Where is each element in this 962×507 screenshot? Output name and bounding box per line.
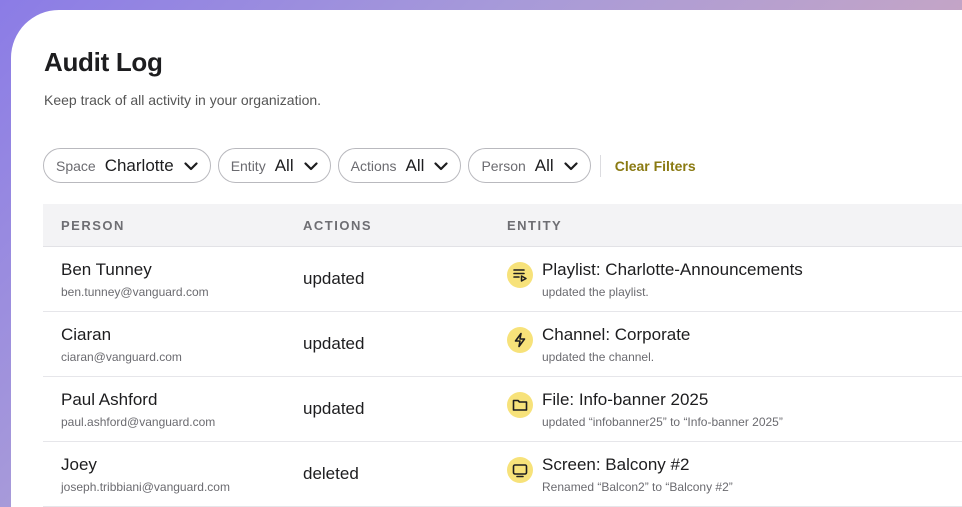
person-name: Joey [61,454,97,474]
filter-value: All [405,155,425,175]
folder-icon [507,391,533,418]
entity-description: updated the channel. [542,349,655,364]
chevron-down-icon [184,161,198,170]
chevron-down-icon [304,161,318,170]
action-text: deleted [303,464,359,483]
space-filter-dropdown[interactable]: Space Charlotte [43,148,211,183]
clear-filters-button[interactable]: Clear Filters [615,158,696,174]
filter-label: Person [481,157,526,174]
person-email: ciaran@vanguard.com [61,349,182,364]
person-email: ben.tunney@vanguard.com [61,284,209,299]
filter-label: Actions [350,157,397,174]
filter-label: Entity [230,157,266,174]
entity-title[interactable]: Playlist: Charlotte-Announcements [542,260,803,280]
lightning-icon [507,326,533,353]
table-row[interactable]: Ben Tunney ben.tunney@vanguard.com updat… [43,247,962,312]
person-filter-dropdown[interactable]: Person All [468,148,591,183]
audit-table: PERSON ACTIONS ENTITY Ben Tunney ben.tun… [43,204,962,507]
filter-value: All [534,155,554,175]
column-header-entity[interactable]: ENTITY [507,218,962,233]
chevron-down-icon [434,161,449,170]
person-name: Paul Ashford [61,389,158,409]
filter-divider [599,154,601,177]
person-email: joseph.tribbiani@vanguard.com [61,479,230,494]
audit-log-panel: Audit Log Keep track of all activity in … [11,10,962,507]
entity-filter-dropdown[interactable]: Entity All [217,148,331,183]
filter-label: Space [56,157,96,174]
actions-filter-dropdown[interactable]: Actions All [337,148,462,183]
table-row[interactable]: Joey joseph.tribbiani@vanguard.com delet… [43,442,962,507]
chevron-down-icon [564,161,578,170]
person-name: Ciaran [61,324,112,344]
entity-description: Renamed “Balcon2” to “Balcony #2” [542,479,733,494]
page-subtitle: Keep track of all activity in your organ… [44,92,322,108]
screen-icon [507,456,533,483]
action-text: updated [303,399,365,418]
entity-title[interactable]: Screen: Balcony #2 [542,455,733,475]
action-text: updated [303,334,365,353]
filter-bar: Space Charlotte Entity All Actions All P… [43,148,696,183]
entity-description: updated the playlist. [542,284,649,299]
table-header: PERSON ACTIONS ENTITY [43,204,962,247]
filter-value: Charlotte [104,155,174,175]
person-name: Ben Tunney [61,259,152,279]
filter-value: All [274,155,294,175]
column-header-actions[interactable]: ACTIONS [303,218,507,233]
entity-title[interactable]: Channel: Corporate [542,325,690,345]
person-email: paul.ashford@vanguard.com [61,414,216,429]
table-row[interactable]: Paul Ashford paul.ashford@vanguard.com u… [43,377,962,442]
column-header-person[interactable]: PERSON [43,218,303,233]
page-title: Audit Log [44,47,163,77]
playlist-icon [507,261,533,288]
entity-description: updated “infobanner25” to “Info-banner 2… [542,414,783,429]
table-row[interactable]: Ciaran ciaran@vanguard.com updated Chann… [43,312,962,377]
action-text: updated [303,269,365,288]
entity-title[interactable]: File: Info-banner 2025 [542,390,783,410]
